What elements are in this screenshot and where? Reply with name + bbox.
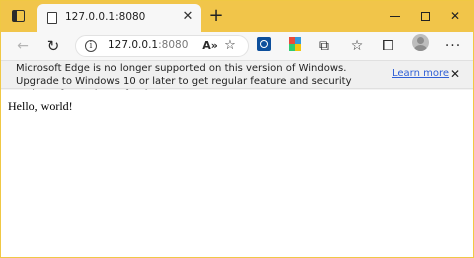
url-host: 127.0.0.1 xyxy=(108,39,159,51)
tab-bar: 127.0.0.1:8080 ✕ + ✕ xyxy=(1,1,473,32)
new-tab-icon[interactable]: + xyxy=(206,6,226,26)
maximize-icon xyxy=(420,12,430,21)
extension-colorful-icon[interactable] xyxy=(289,37,301,51)
extension-search-icon[interactable] xyxy=(257,37,271,51)
refresh-icon[interactable]: ↻ xyxy=(42,36,64,56)
minimize-icon xyxy=(390,16,400,17)
info-icon[interactable]: i xyxy=(85,40,97,52)
browser-window: 127.0.0.1:8080 ✕ + ✕ ← ↻ i 127.0.0.1:808… xyxy=(1,1,473,257)
back-icon[interactable]: ← xyxy=(12,36,34,56)
window-frame: 127.0.0.1:8080 ✕ + ✕ ← ↻ i 127.0.0.1:808… xyxy=(0,0,474,258)
unsupported-notice-bar: Microsoft Edge is no longer supported on… xyxy=(1,60,473,100)
minimize-button[interactable] xyxy=(380,4,410,28)
page-text: Hello, world! xyxy=(8,99,73,113)
learn-more-link[interactable]: Learn more xyxy=(392,68,449,79)
tab-active[interactable]: 127.0.0.1:8080 ✕ xyxy=(37,4,201,32)
page-icon xyxy=(47,12,57,24)
tab-actions-icon[interactable] xyxy=(12,10,25,22)
favorites-icon[interactable]: ☆ xyxy=(346,36,368,56)
close-window-icon[interactable]: ✕ xyxy=(440,4,470,28)
notice-close-icon[interactable]: ✕ xyxy=(447,66,463,82)
extensions-icon[interactable]: ⧉ xyxy=(313,36,335,56)
collections-icon[interactable]: ⧠ xyxy=(377,36,399,56)
tab-close-icon[interactable]: ✕ xyxy=(180,9,196,25)
url-port: :8080 xyxy=(158,39,189,51)
more-icon[interactable]: ··· xyxy=(442,36,464,56)
read-aloud-icon[interactable]: A» xyxy=(199,36,221,56)
toolbar: ← ↻ i 127.0.0.1:8080 A» ☆ ⧉ ☆ ⧠ ··· xyxy=(1,32,473,60)
profile-avatar-icon[interactable] xyxy=(412,34,429,51)
tab-title: 127.0.0.1:8080 xyxy=(65,11,146,23)
url-text[interactable]: 127.0.0.1:8080 xyxy=(108,39,188,51)
page-content: Hello, world! xyxy=(1,90,473,257)
maximize-button[interactable] xyxy=(410,4,440,28)
add-favorite-icon[interactable]: ☆ xyxy=(219,36,241,56)
